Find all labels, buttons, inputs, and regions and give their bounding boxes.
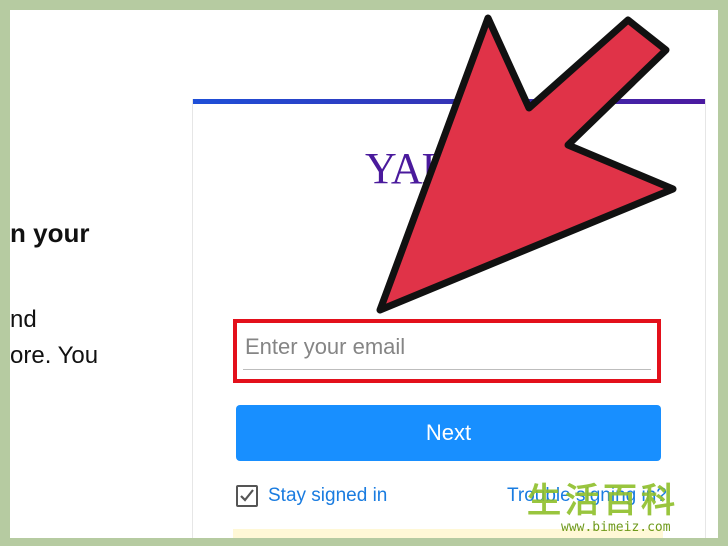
watermark-char: 百 [603, 481, 637, 521]
watermark: 生 活 百 科 www.bimeiz.com [527, 482, 717, 538]
login-panel: YAH Next Stay signed in Trouble signing … [192, 99, 706, 538]
panel-top-accent [193, 99, 705, 104]
watermark-char: 科 [641, 481, 675, 521]
stay-signed-in-row[interactable]: Stay signed in [236, 485, 387, 507]
email-input[interactable] [243, 327, 655, 367]
watermark-url: www.bimeiz.com [561, 520, 671, 535]
checkbox-checked-icon[interactable] [236, 485, 258, 507]
background-heading-fragment: n your [10, 218, 90, 248]
next-button[interactable]: Next [236, 405, 661, 461]
background-text-fragment-1: nd [10, 306, 37, 333]
screenshot-frame: n your nd ore. You YAH Next Stay signed … [10, 10, 718, 538]
stay-signed-in-label[interactable]: Stay signed in [268, 485, 387, 507]
watermark-char: 生 [527, 481, 561, 521]
background-text-fragment-2: ore. You [10, 342, 99, 369]
email-underline [243, 369, 651, 370]
yahoo-logo: YAH [365, 144, 453, 193]
email-field-highlight [233, 319, 661, 383]
watermark-char: 活 [565, 481, 599, 521]
